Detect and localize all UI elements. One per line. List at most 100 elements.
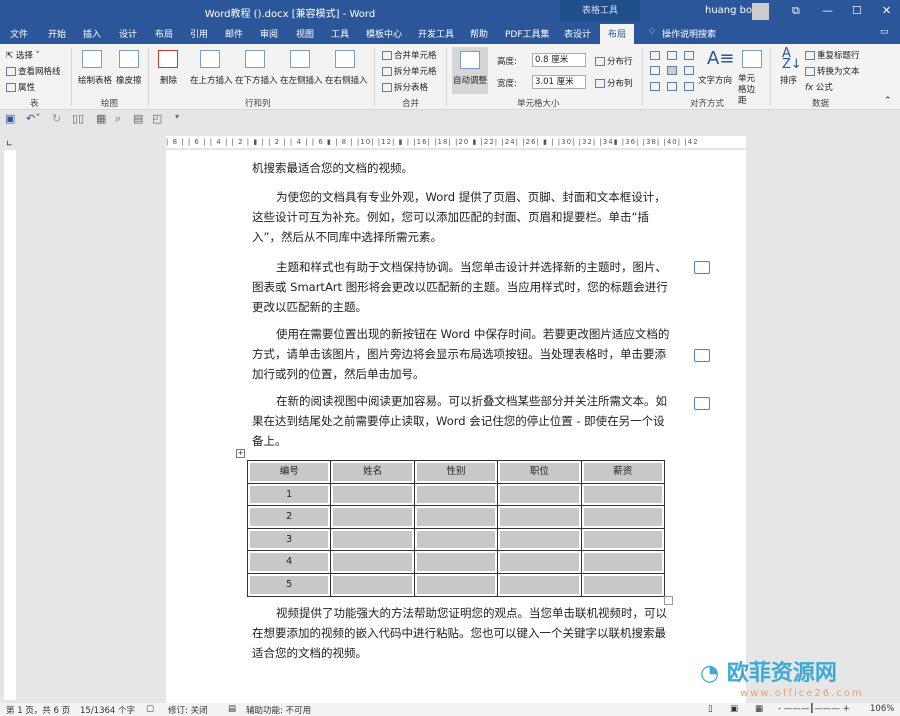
tab-home[interactable]: 开始 [48,27,66,40]
distribute-rows-button[interactable]: 分布行 [595,55,633,67]
width-label: 宽度: [497,79,517,89]
split-table-button[interactable]: 拆分表格 [382,81,428,93]
properties-button[interactable]: 属性 [6,81,35,93]
insert-below-button[interactable]: 在下方插入 [235,74,278,86]
zoom-slider[interactable]: - ———┃——— + [778,704,850,714]
convert-to-text-button[interactable]: 转换为文本 [805,65,860,77]
track-changes-status[interactable]: 修订: 关闭 [168,704,208,716]
split-cells-button[interactable]: 拆分单元格 [382,65,437,77]
proofing-icon[interactable]: ▢ [146,704,154,714]
tab-developer[interactable]: 开发工具 [418,27,454,40]
align-top-center-icon[interactable] [667,51,677,60]
document-page[interactable]: 机搜索最适合您的文档的视频。 为使您的文档具有专业外观，Word 提供了页眉、页… [166,150,746,703]
window-icon[interactable]: ◰ [152,112,162,125]
header-cell: 薪资 [583,463,662,481]
table-icon[interactable]: ▦ [96,112,106,125]
align-bottom-left-icon[interactable] [650,81,660,91]
repeat-header-icon [805,51,815,60]
tab-tools[interactable]: 工具 [331,27,349,40]
group-label-rows-cols: 行和列 [245,99,271,109]
align-bottom-right-icon[interactable] [684,81,694,91]
delete-button[interactable]: 删除 [160,74,177,86]
align-middle-right-icon[interactable] [684,66,694,76]
align-center-icon[interactable] [667,66,677,76]
text-direction-button[interactable]: 文字方向 [698,74,732,86]
tab-mailings[interactable]: 邮件 [225,27,243,40]
clipboard-icon[interactable]: ▤ [133,112,143,125]
insert-left-button[interactable]: 在左侧插入 [280,74,323,86]
table-cell [500,485,579,504]
word-count[interactable]: 15/1364 个字 [80,704,135,716]
accessibility-status[interactable]: 辅助功能: 不可用 [246,704,311,716]
close-button[interactable]: ✕ [882,4,891,17]
width-input[interactable]: 3.01 厘米 [532,75,586,89]
tab-review[interactable]: 审阅 [260,27,278,40]
tab-insert[interactable]: 插入 [83,27,101,40]
alignment-grid [650,51,700,93]
merge-cells-button[interactable]: 合并单元格 [382,49,437,61]
undo-icon[interactable]: ↶˅ [26,112,41,125]
avatar[interactable] [752,3,769,20]
customize-qat-icon[interactable]: ▾ [175,112,179,121]
tab-table-design[interactable]: 表设计 [564,27,591,40]
zoom-level[interactable]: 106% [870,704,894,714]
tab-help[interactable]: 帮助 [470,27,488,40]
redo-icon[interactable]: ↻ [52,112,61,125]
save-icon[interactable]: ▣ [5,112,15,125]
autofit-button[interactable]: 自动调整 [452,47,488,94]
comment-icon[interactable] [694,397,710,410]
divider [642,48,643,106]
tab-file[interactable]: 文件 [10,27,28,40]
lightbulb-icon: ♢ [648,27,657,37]
macro-icon[interactable]: ▤ [228,704,236,714]
tab-design[interactable]: 设计 [119,27,137,40]
cell-margins-button[interactable]: 单元格边距 [738,74,762,107]
web-layout-icon[interactable]: ▦ [755,704,763,714]
draw-table-button[interactable]: 绘制表格 [78,74,112,86]
minimize-button[interactable]: — [822,4,833,17]
vertical-ruler[interactable] [4,150,16,700]
data-table[interactable]: 编号 姓名 性别 职位 薪资 1 2 3 4 5 [246,460,666,597]
ribbon-display-icon[interactable]: ⧉ [792,4,800,18]
horizontal-ruler[interactable]: | 8 | | 6 | | 4 | | 2 | ▮ | | 2 | | 4 | … [166,136,746,148]
collapse-ribbon-icon[interactable]: ⌃ [884,96,892,106]
insert-above-button[interactable]: 在上方插入 [190,74,233,86]
align-top-left-icon[interactable] [650,51,660,60]
comment-icon[interactable] [694,349,710,362]
sort-button[interactable]: 排序 [780,74,797,86]
tab-layout[interactable]: 布局 [155,27,173,40]
layout-icon[interactable]: ▯▯ [72,112,84,125]
tab-references[interactable]: 引用 [190,27,208,40]
formula-button[interactable]: fx 公式 [805,81,833,93]
print-preview-icon[interactable]: ⌕ [115,112,121,126]
comment-icon[interactable] [694,261,710,274]
user-name[interactable]: huang bo [705,5,752,16]
tell-me-search[interactable]: 操作说明搜索 [662,27,716,40]
table-cell [500,508,579,526]
select-button[interactable]: ⇱ 选择 ˅ [6,49,40,61]
eraser-button[interactable]: 橡皮擦 [116,74,142,86]
repeat-header-button[interactable]: 重复标题行 [805,49,860,61]
align-bottom-center-icon[interactable] [667,81,677,91]
table-cell [583,530,662,549]
tab-table-layout[interactable]: 布局 [600,24,635,44]
tab-template-center[interactable]: 模板中心 [366,27,402,40]
view-gridlines-button[interactable]: 查看网格线 [6,65,61,77]
maximize-button[interactable]: ☐ [852,4,862,17]
tab-pdf-tools[interactable]: PDF工具集 [505,27,550,40]
insert-right-button[interactable]: 在右侧插入 [325,74,368,86]
tab-stop-selector-icon[interactable]: ∟ [6,139,13,148]
distribute-columns-button[interactable]: 分布列 [595,77,633,89]
comments-icon[interactable]: ▭ [880,27,889,37]
tab-view[interactable]: 视图 [296,27,314,40]
vertical-scrollbar[interactable] [888,150,900,703]
read-mode-icon[interactable]: ▯ [708,704,713,714]
table-cell [583,485,662,504]
height-input[interactable]: 0.8 厘米 [532,53,586,67]
page-count[interactable]: 第 1 页，共 6 页 [6,704,70,716]
align-middle-left-icon[interactable] [650,66,660,76]
print-layout-icon[interactable]: ▣ [730,704,738,714]
table-move-handle-icon[interactable]: + [236,449,245,458]
align-top-right-icon[interactable] [684,51,694,60]
table-cell [416,485,496,504]
